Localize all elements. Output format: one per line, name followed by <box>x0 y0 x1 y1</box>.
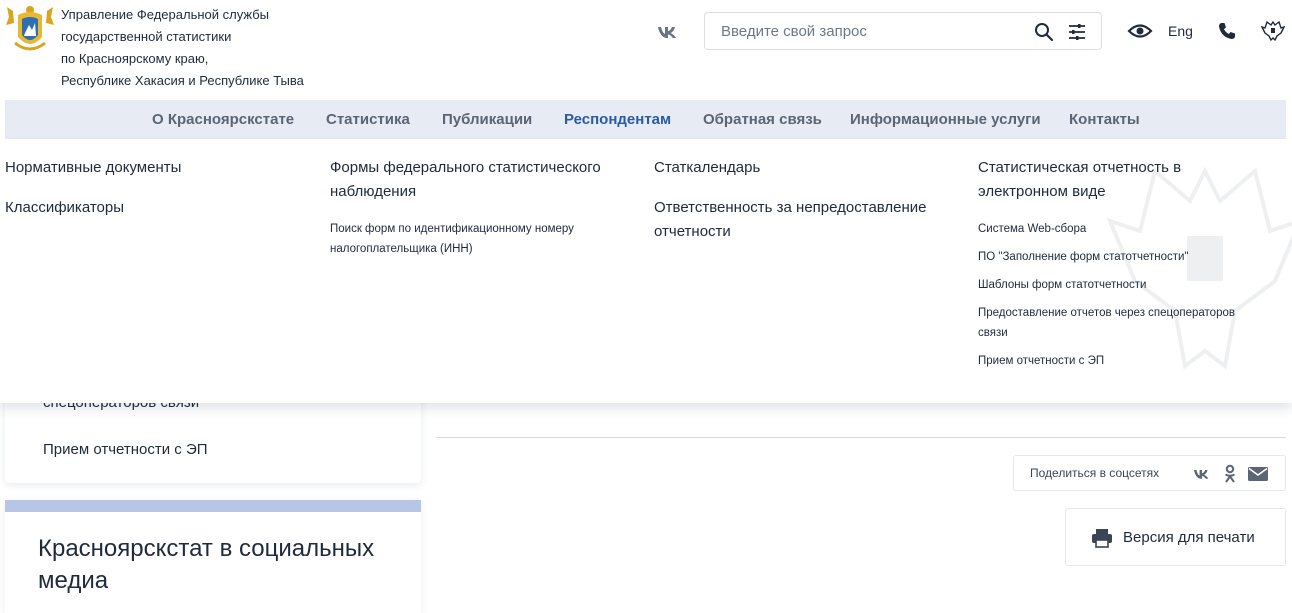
org-name[interactable]: Управление Федеральной службы государств… <box>61 4 304 92</box>
eye-icon[interactable] <box>1127 21 1153 41</box>
dd-link-form-templates[interactable]: Шаблоны форм статотчетности <box>978 275 1146 295</box>
nav-item-info-services[interactable]: Информационные услуги <box>850 111 1041 128</box>
filter-sliders-icon[interactable] <box>1067 22 1087 42</box>
rosstat-emblem-icon[interactable] <box>5 3 55 55</box>
sidebar-item-ep-reports[interactable]: Прием отчетности с ЭП <box>43 441 208 458</box>
dd-link-text-line: электронном виде <box>978 183 1106 200</box>
print-label: Версия для печати <box>1123 529 1255 546</box>
org-name-line: Управление Федеральной службы <box>61 7 269 22</box>
coat-of-arms-icon[interactable] <box>1260 19 1286 43</box>
share-label: Поделиться в соцсетях <box>1030 466 1160 480</box>
share-panel: Поделиться в соцсетях <box>1013 455 1286 491</box>
dd-link-classifiers[interactable]: Классификаторы <box>5 196 124 220</box>
nav-item-respondents[interactable]: Респондентам <box>564 111 671 128</box>
nav-item-statistics[interactable]: Статистика <box>326 111 410 128</box>
nav-item-publications[interactable]: Публикации <box>442 111 532 128</box>
odnoklassniki-icon[interactable] <box>1223 464 1237 484</box>
dd-link-federal-forms[interactable]: Формы федерального статистического наблю… <box>330 156 601 204</box>
social-media-title: Красноярскстат в социальных медиа <box>38 535 375 594</box>
dd-link-special-operators[interactable]: Предоставление отчетов через спецоперато… <box>978 303 1235 343</box>
nav-item-feedback[interactable]: Обратная связь <box>703 111 822 128</box>
dd-link-responsibility[interactable]: Ответственность за непредоставление отче… <box>654 196 927 244</box>
dd-link-text-line: Статистическая отчетность в <box>978 159 1182 176</box>
vk-icon[interactable] <box>1192 466 1212 482</box>
nav-item-contacts[interactable]: Контакты <box>1069 111 1140 128</box>
respondents-dropdown: Нормативные документы Классификаторы Фор… <box>0 139 1292 403</box>
dd-link-text-line: отчетности <box>654 223 731 240</box>
social-media-card: Красноярскстат в социальных медиа <box>5 500 421 613</box>
dd-link-text-line: наблюдения <box>330 183 417 200</box>
dd-link-text-line: Предоставление отчетов через спецоперато… <box>978 307 1235 319</box>
printer-icon <box>1091 527 1113 549</box>
dd-link-text-line: Формы федерального статистического <box>330 159 601 176</box>
dd-link-forms-by-inn[interactable]: Поиск форм по идентификационному номеру … <box>330 219 574 259</box>
dd-link-software[interactable]: ПО "Заполнение форм статотчетности" <box>978 247 1189 267</box>
phone-icon[interactable] <box>1217 21 1237 41</box>
dd-link-text-line: Ответственность за непредоставление <box>654 199 927 216</box>
dd-link-text-line: Поиск форм по идентификационному номеру <box>330 223 574 235</box>
language-switch[interactable]: Eng <box>1168 23 1193 39</box>
main-nav: О Красноярскстате Статистика Публикации … <box>5 100 1286 139</box>
print-button[interactable]: Версия для печати <box>1065 508 1286 566</box>
dd-link-electronic-reporting[interactable]: Статистическая отчетность в электронном … <box>978 156 1181 204</box>
card-accent-bar <box>5 500 421 512</box>
dd-link-text-line: связи <box>978 327 1008 339</box>
dd-link-text-line: налогоплательщика (ИНН) <box>330 243 473 255</box>
dd-link-normative-docs[interactable]: Нормативные документы <box>5 156 181 180</box>
content-divider <box>436 437 1286 438</box>
dd-link-statcalendar[interactable]: Статкалендарь <box>654 156 760 180</box>
search-input[interactable] <box>721 21 1021 41</box>
mail-icon[interactable] <box>1247 466 1269 482</box>
org-name-line: по Красноярскому краю, <box>61 51 209 66</box>
search-box[interactable] <box>704 12 1102 50</box>
org-name-line: Республике Хакасия и Республике Тыва <box>61 73 304 88</box>
dd-link-web-collection[interactable]: Система Web-сбора <box>978 219 1086 239</box>
vk-icon[interactable] <box>657 22 679 42</box>
dd-link-ep-reports[interactable]: Прием отчетности с ЭП <box>978 351 1104 371</box>
org-name-line: государственной статистики <box>61 29 232 44</box>
nav-item-about[interactable]: О Красноярскстате <box>152 111 294 128</box>
search-icon[interactable] <box>1034 22 1054 42</box>
